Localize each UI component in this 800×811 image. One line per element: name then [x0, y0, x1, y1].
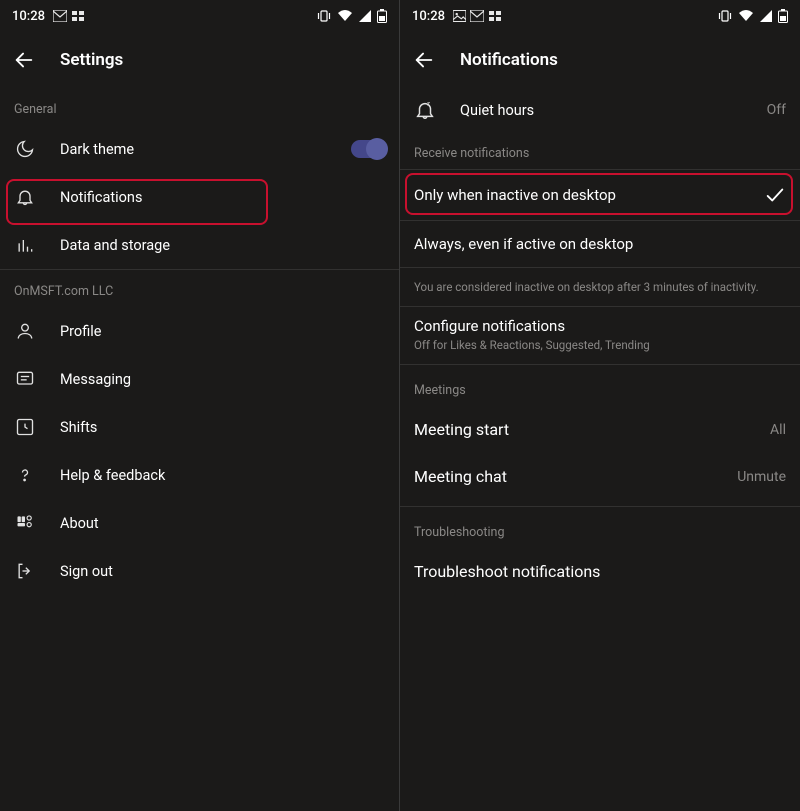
quiet-hours-label: Quiet hours [460, 102, 743, 119]
overflow-icon [71, 10, 85, 22]
image-icon [453, 10, 466, 22]
message-icon [14, 368, 36, 390]
phone-notifications: 10:28 Notifications [400, 0, 800, 811]
status-left: 10:28 [412, 9, 502, 24]
person-icon [14, 320, 36, 342]
status-left-icons [53, 10, 85, 22]
phone-settings: 10:28 Settings General [0, 0, 400, 811]
bell-sleep-icon: z [414, 99, 436, 121]
row-meeting-start[interactable]: Meeting start All [400, 406, 800, 453]
section-header-general: General [0, 88, 399, 125]
section-header-org: OnMSFT.com LLC [0, 270, 399, 307]
chart-icon [14, 234, 36, 256]
row-label: Data and storage [60, 237, 385, 254]
page-title: Notifications [460, 50, 558, 70]
option-label: Always, even if active on desktop [414, 235, 633, 253]
row-shifts[interactable]: Shifts [0, 403, 399, 451]
row-dark-theme[interactable]: Dark theme [0, 125, 399, 173]
clock-icon [14, 416, 36, 438]
vibrate-icon [718, 9, 732, 23]
meeting-chat-value: Unmute [737, 469, 786, 485]
row-label: Sign out [60, 563, 385, 580]
back-button[interactable] [12, 48, 36, 72]
configure-label: Configure notifications [414, 317, 786, 335]
meeting-start-label: Meeting start [414, 420, 509, 439]
row-signout[interactable]: Sign out [0, 547, 399, 595]
status-bar: 10:28 [400, 0, 800, 32]
about-icon [14, 512, 36, 534]
configure-sub: Off for Likes & Reactions, Suggested, Tr… [414, 338, 786, 352]
row-troubleshoot[interactable]: Troubleshoot notifications [400, 548, 800, 595]
section-header-meetings: Meetings [400, 365, 800, 406]
bell-icon [14, 186, 36, 208]
row-label: Notifications [60, 189, 385, 206]
back-button[interactable] [412, 48, 436, 72]
row-label: About [60, 515, 385, 532]
quiet-hours-value: Off [767, 102, 786, 118]
row-label: Help & feedback [60, 467, 385, 484]
battery-icon [778, 9, 788, 23]
row-configure-notifications[interactable]: Configure notifications Off for Likes & … [400, 307, 800, 364]
moon-icon [14, 138, 36, 160]
help-icon [14, 464, 36, 486]
status-bar: 10:28 [0, 0, 399, 32]
meeting-chat-label: Meeting chat [414, 467, 507, 486]
svg-text:z: z [427, 99, 430, 107]
row-label: Dark theme [60, 141, 327, 158]
app-bar: Notifications [400, 32, 800, 88]
troubleshoot-label: Troubleshoot notifications [414, 562, 600, 581]
status-left-icons [453, 10, 502, 22]
arrow-left-icon [413, 49, 435, 71]
wifi-icon [738, 10, 754, 22]
option-inactive-desktop[interactable]: Only when inactive on desktop [400, 170, 800, 220]
section-header-receive: Receive notifications [400, 132, 800, 169]
mail-icon [470, 10, 484, 22]
row-label: Shifts [60, 419, 385, 436]
option-always[interactable]: Always, even if active on desktop [400, 221, 800, 267]
wifi-icon [337, 10, 353, 22]
check-icon [764, 184, 786, 206]
status-time: 10:28 [12, 9, 45, 24]
overflow-icon [488, 10, 502, 22]
row-data-storage[interactable]: Data and storage [0, 221, 399, 269]
status-right [317, 9, 387, 23]
row-meeting-chat[interactable]: Meeting chat Unmute [400, 453, 800, 500]
section-header-troubleshooting: Troubleshooting [400, 507, 800, 548]
vibrate-icon [317, 9, 331, 23]
status-time: 10:28 [412, 9, 445, 24]
signout-icon [14, 560, 36, 582]
app-bar: Settings [0, 32, 399, 88]
signal-icon [760, 10, 772, 22]
status-right [718, 9, 788, 23]
row-messaging[interactable]: Messaging [0, 355, 399, 403]
row-notifications[interactable]: Notifications [0, 173, 399, 221]
row-profile[interactable]: Profile [0, 307, 399, 355]
meeting-start-value: All [770, 422, 786, 438]
mail-icon [53, 10, 67, 22]
row-about[interactable]: About [0, 499, 399, 547]
page-title: Settings [60, 50, 123, 70]
arrow-left-icon [13, 49, 35, 71]
dark-theme-toggle[interactable] [351, 140, 385, 158]
option-label: Only when inactive on desktop [414, 186, 616, 204]
row-label: Profile [60, 323, 385, 340]
inactive-help-text: You are considered inactive on desktop a… [400, 268, 800, 306]
status-left: 10:28 [12, 9, 85, 24]
row-quiet-hours[interactable]: z Quiet hours Off [400, 88, 800, 132]
signal-icon [359, 10, 371, 22]
battery-icon [377, 9, 387, 23]
row-help[interactable]: Help & feedback [0, 451, 399, 499]
row-label: Messaging [60, 371, 385, 388]
